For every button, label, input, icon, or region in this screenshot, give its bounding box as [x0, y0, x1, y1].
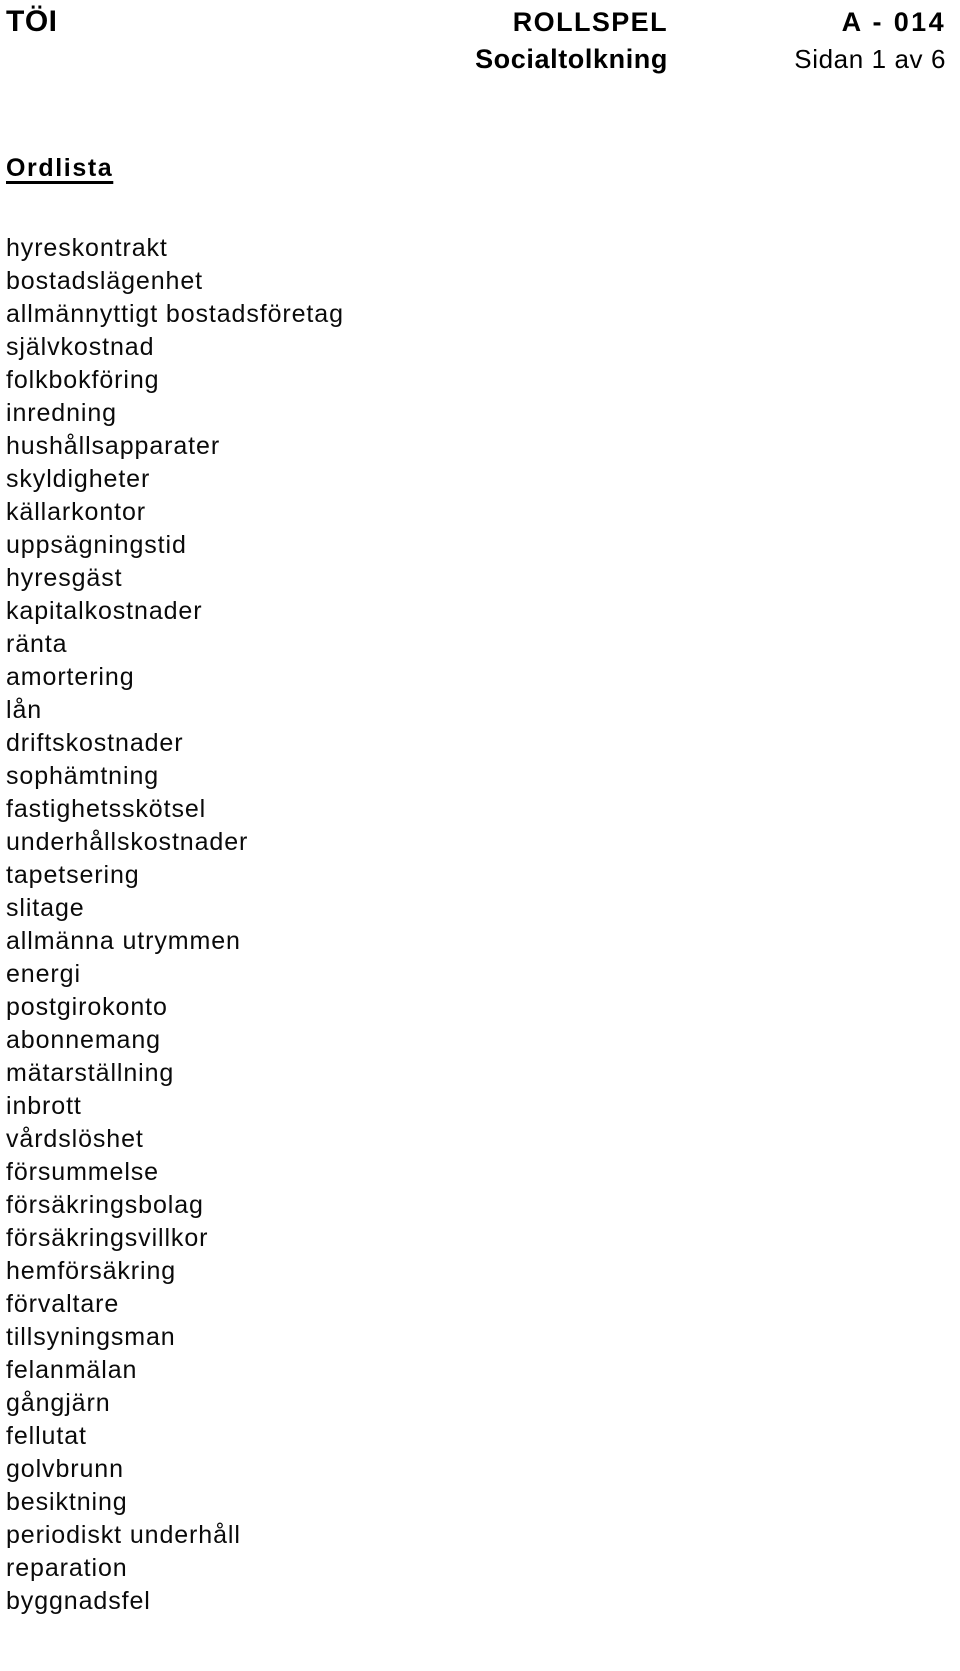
vocabulary-item: reparation	[6, 1554, 128, 1582]
vocabulary-item: hemförsäkring	[6, 1257, 177, 1285]
vocabulary-item: försäkringsbolag	[6, 1191, 204, 1219]
vocabulary-item: inbrott	[6, 1092, 82, 1120]
vocabulary-item: felanmälan	[6, 1356, 138, 1384]
vocabulary-item: tillsyningsman	[6, 1323, 176, 1351]
vocabulary-item: amortering	[6, 663, 135, 691]
vocabulary-item: fastighetsskötsel	[6, 795, 207, 823]
vocabulary-item: kapitalkostnader	[6, 597, 203, 625]
vocabulary-item: hyreskontrakt	[6, 234, 168, 262]
vocabulary-item: försäkringsvillkor	[6, 1224, 209, 1252]
vocabulary-item: driftskostnader	[6, 729, 184, 757]
vocabulary-item: besiktning	[6, 1488, 128, 1516]
document-page: TÖI ROLLSPEL Socialtolkning A - 014 Sida…	[0, 0, 960, 1671]
vocabulary-item: slitage	[6, 894, 85, 922]
vocabulary-item: inredning	[6, 399, 117, 427]
vocabulary-list: hyreskontrakt bostadslägenhet allmännyttig…	[6, 232, 906, 1618]
vocabulary-item: källarkontor	[6, 498, 147, 526]
header-right-block: A - 014 Sidan 1 av 6	[690, 4, 946, 78]
vocabulary-item: golvbrunn	[6, 1455, 124, 1483]
vocabulary-item: skyldigheter	[6, 465, 151, 493]
vocabulary-item: fellutat	[6, 1422, 87, 1450]
vocabulary-item: gångjärn	[6, 1389, 111, 1417]
vocabulary-item: sophämtning	[6, 762, 160, 790]
vocabulary-item: postgirokonto	[6, 993, 168, 1021]
vocabulary-item: abonnemang	[6, 1026, 161, 1054]
vocabulary-item: mätarställning	[6, 1059, 175, 1087]
vocabulary-item: allmänna utrymmen	[6, 927, 241, 955]
vocabulary-item: energi	[6, 960, 81, 988]
document-header: TÖI ROLLSPEL Socialtolkning A - 014 Sida…	[0, 0, 960, 120]
vocabulary-item: byggnadsfel	[6, 1587, 151, 1615]
vocabulary-item: periodiskt underhåll	[6, 1521, 241, 1549]
document-code-label: A - 014	[841, 7, 946, 37]
vocabulary-item: ränta	[6, 630, 68, 658]
vocabulary-item: förvaltare	[6, 1290, 120, 1318]
document-type-label: ROLLSPEL	[512, 7, 668, 37]
vocabulary-item: underhållskostnader	[6, 828, 249, 856]
vocabulary-item: bostadslägenhet	[6, 267, 203, 295]
page-number-label: Sidan 1 av 6	[794, 44, 946, 74]
page-title: Ordlista	[6, 154, 114, 182]
vocabulary-item: hyresgäst	[6, 564, 123, 592]
vocabulary-item: självkostnad	[6, 333, 155, 361]
organization-mark: TÖI	[6, 5, 58, 38]
vocabulary-item: försummelse	[6, 1158, 159, 1186]
vocabulary-item: tapetsering	[6, 861, 140, 889]
vocabulary-item: uppsägningstid	[6, 531, 187, 559]
document-subject-label: Socialtolkning	[475, 44, 668, 74]
vocabulary-item: folkbokföring	[6, 366, 160, 394]
header-center-block: ROLLSPEL Socialtolkning	[300, 4, 668, 78]
vocabulary-item: hushållsapparater	[6, 432, 221, 460]
vocabulary-item: vårdslöshet	[6, 1125, 144, 1153]
vocabulary-item: lån	[6, 696, 43, 724]
vocabulary-item: allmännyttigt bostadsföretag	[6, 300, 344, 328]
